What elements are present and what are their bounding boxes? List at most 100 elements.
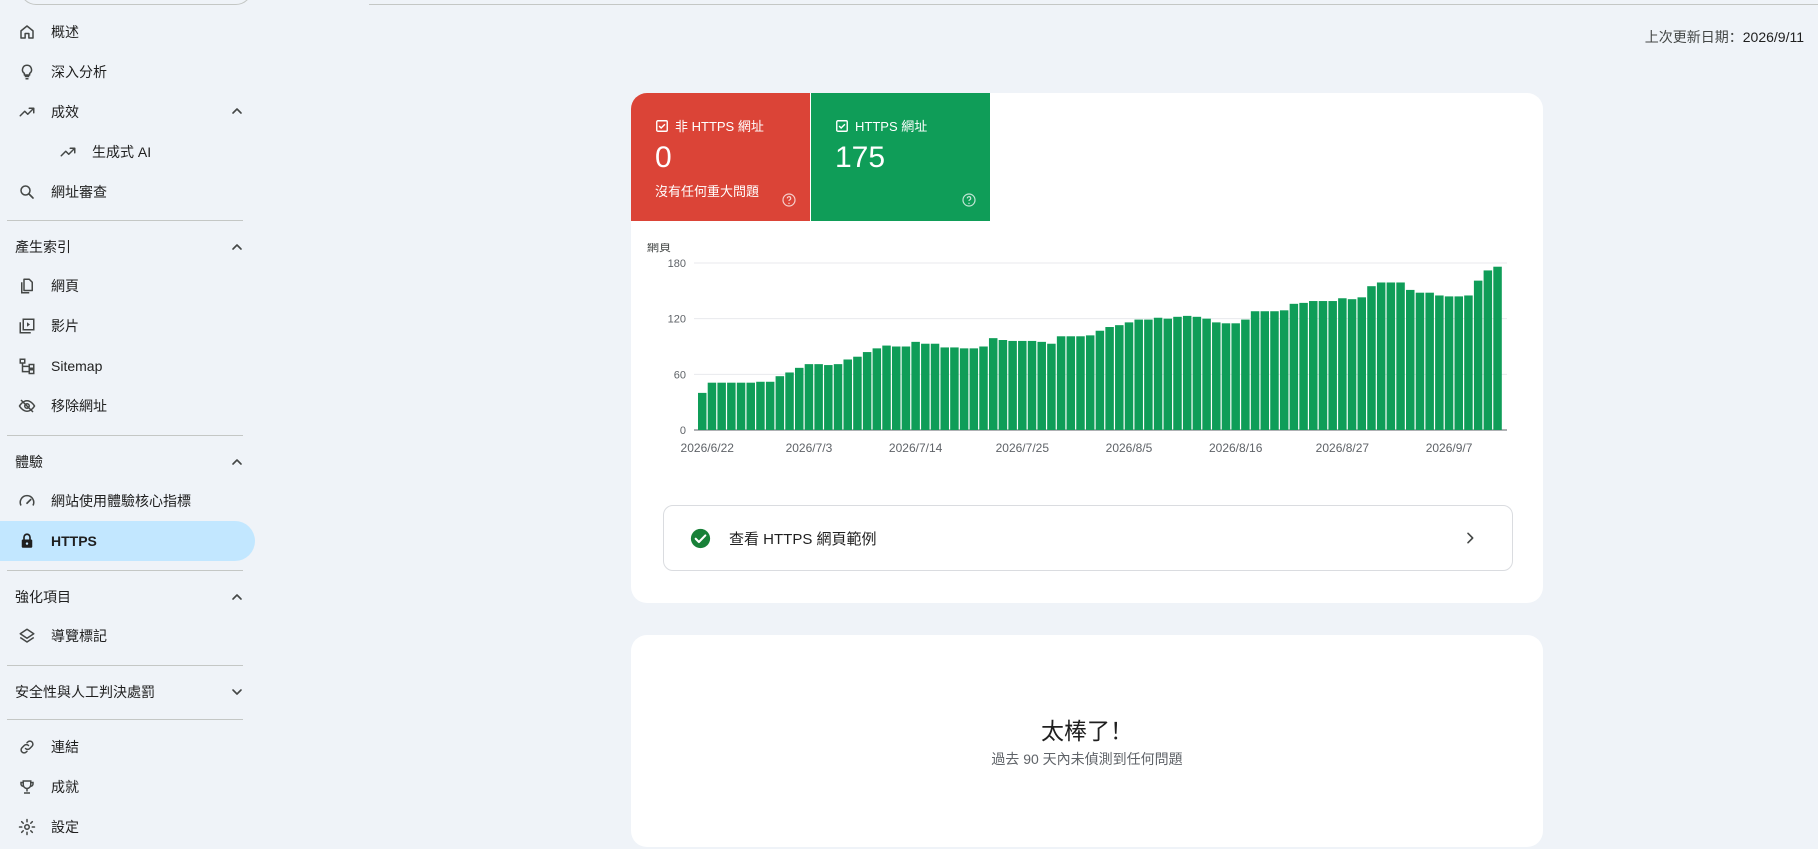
chart-bar [969, 348, 979, 430]
section-title-label: 體驗 [15, 454, 43, 470]
chevron-right-icon [1462, 530, 1478, 546]
x-tick-label: 2026/7/25 [996, 441, 1050, 455]
sidebar-item-label: 深入分析 [51, 64, 107, 80]
sidebar-item-label: 網頁 [51, 278, 79, 294]
section-title-label: 安全性與人工判決處罰 [15, 684, 155, 700]
chart-bar [911, 341, 920, 430]
chart-bar [1309, 301, 1318, 430]
chart-bar [1367, 286, 1376, 430]
chart-bar [1212, 322, 1221, 430]
sidebar-item-url-inspection[interactable]: 網址審查 [0, 172, 255, 212]
sidebar-item-breadcrumbs[interactable]: 導覽標記 [0, 616, 255, 656]
chart-bar [1270, 311, 1279, 430]
chart-bar [1173, 316, 1182, 430]
section-enhancements[interactable]: 強化項目 [15, 577, 255, 617]
sidebar-item-overview[interactable]: 概述 [0, 12, 255, 52]
y-tick-label: 0 [680, 425, 686, 437]
chart-bar [1008, 340, 1017, 430]
sidebar-item-links[interactable]: 連結 [0, 727, 255, 767]
sidebar-item-core-web-vitals[interactable]: 網站使用體驗核心指標 [0, 481, 255, 521]
sidebar-item-https[interactable]: HTTPS [0, 521, 255, 561]
chart-bar [746, 382, 755, 430]
chart-bar [998, 340, 1008, 430]
chart-bar [1192, 316, 1202, 430]
sidebar-item-pages[interactable]: 網頁 [0, 266, 255, 306]
x-tick-label: 2026/8/27 [1316, 441, 1370, 455]
chart-bar [1182, 315, 1192, 430]
search-icon [18, 183, 36, 201]
divider [7, 220, 243, 221]
header-divider [369, 0, 1818, 5]
chevron-up-icon[interactable] [229, 103, 245, 119]
x-tick-label: 2026/7/3 [786, 441, 833, 455]
chevron-up-icon [229, 454, 245, 470]
chart-bar [707, 382, 717, 430]
lock-icon [18, 532, 36, 550]
sidebar-item-label: 生成式 AI [92, 144, 152, 160]
sidebar-item-removals[interactable]: 移除網址 [0, 386, 255, 426]
chart-bar [1328, 301, 1337, 430]
chart-bar [1221, 323, 1231, 430]
help-icon[interactable] [781, 192, 797, 208]
chart-bar [1241, 319, 1250, 430]
sidebar-item-label: 成效 [51, 104, 79, 120]
checkbox-checked-icon [836, 119, 848, 132]
chart-bar [1163, 318, 1173, 430]
chart-bar [1318, 301, 1328, 430]
chart-bar [1056, 336, 1066, 430]
chart-bar [1115, 325, 1124, 430]
sidebar-item-achievements[interactable]: 成就 [0, 767, 255, 807]
chart-bar [727, 382, 736, 430]
check-circle-icon [690, 528, 711, 549]
checkbox-checked-icon [656, 119, 668, 132]
view-https-examples-row[interactable]: 查看 HTTPS 網頁範例 [663, 505, 1513, 571]
sidebar-item-videos[interactable]: 影片 [0, 306, 255, 346]
sidebar-item-label: Sitemap [51, 358, 103, 374]
sidebar-item-label: HTTPS [51, 533, 97, 549]
sidebar-item-performance[interactable]: 成效 [0, 92, 255, 132]
chart-bar [698, 392, 707, 430]
section-security[interactable]: 安全性與人工判決處罰 [15, 672, 255, 712]
chart-bar [1444, 296, 1454, 430]
example-row-label: 查看 HTTPS 網頁範例 [729, 530, 877, 548]
chart-bar [1483, 270, 1493, 430]
chevron-up-icon [229, 589, 245, 605]
chart-bar [1124, 322, 1134, 430]
chart-bar [1076, 336, 1085, 430]
chart-bar [1153, 317, 1163, 430]
visibility-off-icon [18, 397, 36, 415]
x-tick-label: 2026/6/22 [681, 441, 735, 455]
help-icon[interactable] [961, 192, 977, 208]
sidebar-item-sitemap[interactable]: Sitemap [0, 346, 255, 386]
chart-bar [1425, 292, 1434, 430]
chart-bar [833, 364, 843, 430]
chart-bar [1250, 311, 1260, 430]
tile-non-https[interactable]: 非 HTTPS 網址 0 沒有任何重大問題 [631, 93, 810, 221]
sidebar-item-settings[interactable]: 設定 [0, 807, 255, 847]
trophy-icon [18, 778, 36, 796]
chart-bar [891, 346, 901, 430]
section-experience[interactable]: 體驗 [15, 442, 255, 482]
chart-bar [1299, 302, 1308, 430]
tile-value: 0 [655, 141, 672, 174]
chart-bar [940, 347, 949, 430]
chart-bar [1406, 289, 1415, 430]
home-icon [18, 23, 36, 41]
section-indexing[interactable]: 產生索引 [15, 227, 255, 267]
chart-bar [1202, 318, 1211, 430]
x-tick-label: 2026/8/5 [1106, 441, 1153, 455]
chart-bar [853, 356, 862, 430]
bar-chart: 網頁 0 60 120 180 2026/6/22 2026/7/3 2026/7/14 202… [647, 240, 1507, 455]
chart-bar [765, 381, 775, 430]
tile-https[interactable]: HTTPS 網址 175 [811, 93, 990, 221]
search-box[interactable] [20, 0, 252, 5]
sidebar-item-generative-ai[interactable]: 生成式 AI [0, 132, 255, 172]
sidebar-item-insights[interactable]: 深入分析 [0, 52, 255, 92]
chart-bar [882, 345, 891, 430]
y-tick-label: 60 [674, 369, 686, 381]
chart-bar [930, 343, 940, 430]
sidebar-item-label: 影片 [51, 318, 79, 334]
chart-bar [1338, 298, 1347, 430]
tile-description: 沒有任何重大問題 [655, 184, 760, 199]
chart-bar [775, 376, 785, 430]
